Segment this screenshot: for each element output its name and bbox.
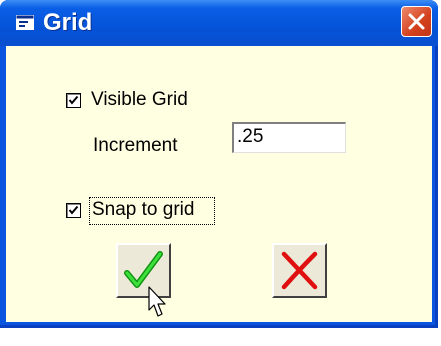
visible-grid-checkbox[interactable]	[66, 93, 81, 108]
close-button[interactable]	[401, 6, 432, 37]
title-bar[interactable]: Grid	[0, 0, 438, 46]
checkmark-icon	[68, 205, 79, 215]
snap-to-grid-checkbox[interactable]	[66, 203, 81, 218]
increment-input[interactable]: .25	[232, 122, 346, 153]
mouse-cursor-icon	[148, 286, 166, 317]
form-icon	[16, 15, 34, 30]
snap-to-grid-label[interactable]: Snap to grid	[92, 199, 194, 221]
grid-dialog: Grid Visible Grid Increment .25 Snap to …	[0, 0, 438, 328]
increment-label: Increment	[93, 135, 178, 156]
checkmark-icon	[68, 95, 79, 105]
close-icon	[408, 13, 425, 30]
dialog-body: Visible Grid Increment .25 Snap to grid	[6, 46, 432, 322]
visible-grid-label[interactable]: Visible Grid	[91, 89, 188, 111]
red-x-icon	[281, 251, 318, 290]
window-title: Grid	[43, 9, 93, 36]
cancel-button[interactable]	[272, 243, 327, 298]
